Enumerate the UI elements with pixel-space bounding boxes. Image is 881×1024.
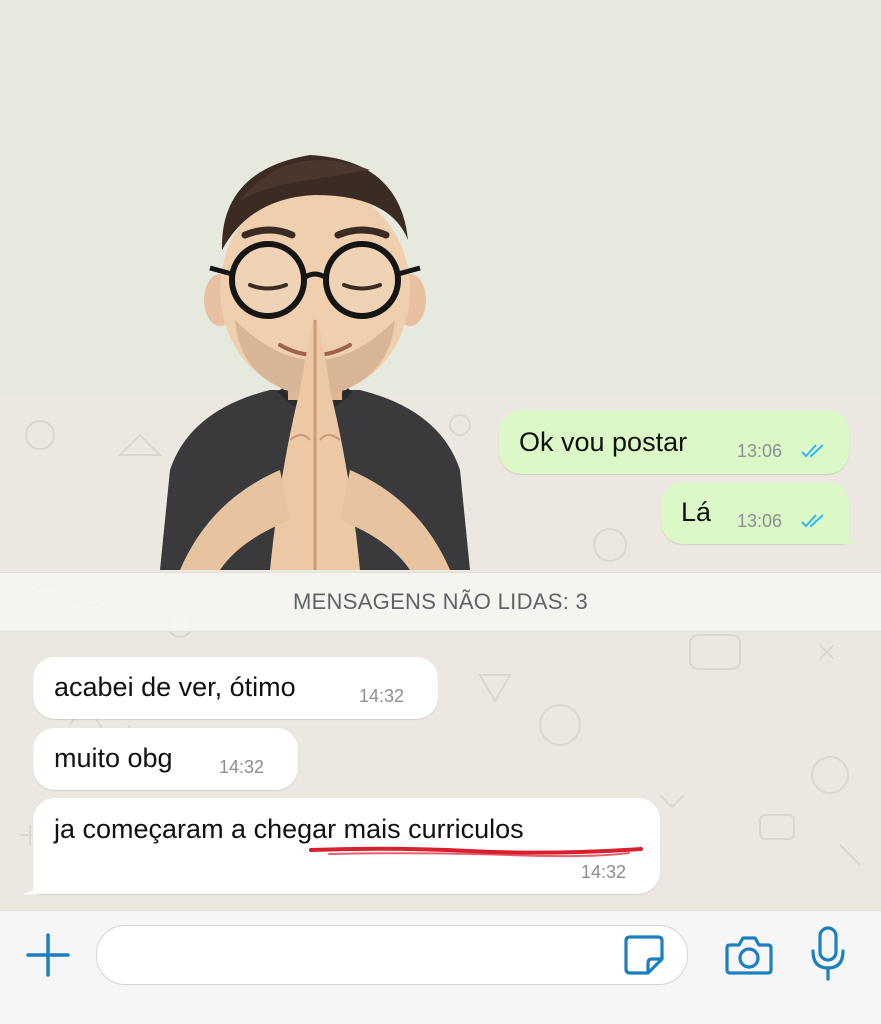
sticker-icon[interactable] xyxy=(622,933,666,977)
message-text: Lá xyxy=(681,497,712,527)
message-time: 14:32 xyxy=(359,686,405,706)
unread-messages-divider: MENSAGENS NÃO LIDAS: 3 xyxy=(0,572,881,632)
message-text: ja começaram a chegar mais curriculos xyxy=(54,814,524,844)
bubble-tail xyxy=(835,524,859,545)
unread-divider-label: MENSAGENS NÃO LIDAS: 3 xyxy=(292,589,589,614)
message-text-field[interactable] xyxy=(96,925,688,985)
message-time: 14:32 xyxy=(219,757,265,777)
red-underline-annotation xyxy=(309,846,643,858)
message-time: 13:06 xyxy=(737,511,783,531)
message-text: acabei de ver, ótimo xyxy=(54,672,296,702)
read-receipt-icon xyxy=(801,444,824,458)
message-input[interactable] xyxy=(117,934,621,976)
plus-icon[interactable] xyxy=(24,931,72,979)
incoming-message[interactable]: acabei de ver, ótimo 14:32 xyxy=(33,657,438,719)
bubble-tail xyxy=(22,874,46,895)
camera-icon[interactable] xyxy=(724,931,774,979)
read-receipt-icon xyxy=(801,514,824,528)
outgoing-message[interactable]: Ok vou postar 13:06 xyxy=(499,410,849,474)
message-time: 14:32 xyxy=(581,862,627,882)
message-time: 13:06 xyxy=(737,441,783,461)
praying-memoji-sticker[interactable] xyxy=(140,140,490,570)
chat-screen: Ok vou postar 13:06 Lá 13:06 MENSAGENS N… xyxy=(0,0,881,1024)
message-input-bar xyxy=(0,910,881,1024)
incoming-message[interactable]: muito obg 14:32 xyxy=(33,728,298,790)
microphone-icon[interactable] xyxy=(808,925,848,983)
outgoing-message[interactable]: Lá 13:06 xyxy=(661,482,849,544)
message-text: Ok vou postar xyxy=(519,427,688,457)
message-text: muito obg xyxy=(54,743,173,773)
incoming-message[interactable]: ja começaram a chegar mais curriculos 14… xyxy=(33,798,660,894)
